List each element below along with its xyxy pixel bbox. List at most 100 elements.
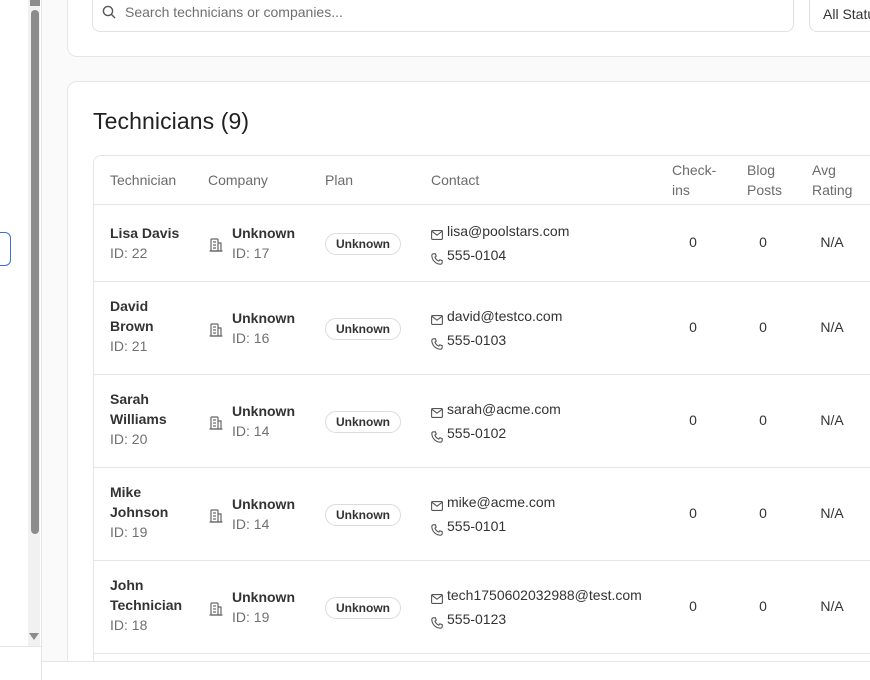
phone-text: 555-0102 <box>447 424 507 441</box>
header-avg-rating[interactable]: Avg Rating <box>812 160 852 200</box>
header-checkins-line1: Check- <box>672 162 717 178</box>
avg-rating-value: N/A <box>820 233 844 250</box>
plan-badge: Unknown <box>325 410 401 433</box>
table-row[interactable]: John Technician ID: 18 Unknown ID: 19 Un… <box>94 561 870 654</box>
technician-name-line1: Sarah <box>110 391 149 407</box>
technician-name[interactable]: Mike Johnson <box>110 482 168 522</box>
footer-bar <box>42 662 870 680</box>
checkins-count: 0 <box>689 233 697 250</box>
checkins-count: 0 <box>689 318 697 335</box>
header-checkins-line2: ins <box>672 182 690 198</box>
blog-posts-count: 0 <box>759 597 767 614</box>
building-icon <box>208 415 224 431</box>
scroll-down-arrow[interactable] <box>29 633 39 640</box>
email-text: mike@acme.com <box>447 493 556 510</box>
mail-icon <box>431 497 443 511</box>
avg-rating-value: N/A <box>820 597 844 614</box>
company-name: Unknown <box>232 402 295 419</box>
blog-posts-count: 0 <box>759 233 767 250</box>
phone-text: 555-0103 <box>447 331 507 348</box>
table-row[interactable]: Mike Johnson ID: 19 Unknown ID: 14 Unkno… <box>94 468 870 561</box>
phone-icon <box>431 613 443 629</box>
header-technician[interactable]: Technician <box>110 170 176 190</box>
technician-name-line2: Johnson <box>110 504 169 520</box>
phone-icon <box>431 334 443 350</box>
header-contact[interactable]: Contact <box>431 170 479 190</box>
phone-icon <box>431 427 443 443</box>
blog-posts-count: 0 <box>759 318 767 335</box>
checkins-count: 0 <box>689 504 697 521</box>
phone-text: 555-0123 <box>447 610 507 627</box>
header-blog-posts[interactable]: Blog Posts <box>747 160 782 200</box>
scroll-up-arrow[interactable] <box>30 0 40 6</box>
technician-name[interactable]: Sarah Williams <box>110 389 167 429</box>
building-icon <box>208 237 224 253</box>
avg-rating-value: N/A <box>820 504 844 521</box>
technicians-table: Technician Company Plan Contact Check- i… <box>93 155 870 680</box>
company-name: Unknown <box>232 309 295 326</box>
table-row[interactable]: Lisa Davis ID: 22 Unknown ID: 17 Unknown… <box>94 205 870 282</box>
building-icon <box>208 601 224 617</box>
technician-id: ID: 18 <box>110 617 148 633</box>
search-input[interactable] <box>125 4 725 20</box>
technician-name-line1: John <box>110 577 144 593</box>
technician-name-line1: David <box>110 298 149 314</box>
sidebar <box>0 0 42 680</box>
technician-name[interactable]: David Brown <box>110 296 154 336</box>
header-rating-line2: Rating <box>812 182 853 198</box>
technician-name[interactable]: John Technician <box>110 575 182 615</box>
checkins-count: 0 <box>689 597 697 614</box>
phone-text: 555-0101 <box>447 517 507 534</box>
building-icon <box>208 508 224 524</box>
mail-icon <box>431 226 443 240</box>
table-header: Technician Company Plan Contact Check- i… <box>94 156 870 205</box>
header-rating-line1: Avg <box>812 162 836 178</box>
avg-rating-value: N/A <box>820 318 844 335</box>
footer-divider <box>42 661 870 662</box>
company-name: Unknown <box>232 224 295 241</box>
mail-icon <box>431 311 443 325</box>
plan-badge: Unknown <box>325 503 401 526</box>
technician-name-line1: Lisa Davis <box>110 225 180 241</box>
status-filter-value: All Status <box>823 6 870 22</box>
plan-badge: Unknown <box>325 317 401 340</box>
plan-badge: Unknown <box>325 596 401 619</box>
phone-icon <box>431 520 443 536</box>
blog-posts-count: 0 <box>759 411 767 428</box>
header-checkins[interactable]: Check- ins <box>672 160 716 200</box>
blog-posts-count: 0 <box>759 504 767 521</box>
company-id: ID: 17 <box>232 244 270 261</box>
building-icon <box>208 322 224 338</box>
technician-name-line2: Technician <box>110 597 183 613</box>
phone-text: 555-0104 <box>447 246 507 263</box>
table-row[interactable]: David Brown ID: 21 Unknown ID: 16 Unknow… <box>94 282 870 375</box>
search-box[interactable] <box>92 0 794 32</box>
header-blog-line2: Posts <box>747 182 783 198</box>
company-id: ID: 19 <box>232 608 270 625</box>
technician-name-line2: Brown <box>110 318 154 334</box>
sidebar-active-item[interactable] <box>0 232 11 266</box>
sidebar-scrollbar-thumb[interactable] <box>31 10 39 534</box>
technician-name[interactable]: Lisa Davis <box>110 223 179 243</box>
email-text: tech1750602032988@test.com <box>447 586 642 603</box>
sidebar-divider <box>0 646 42 647</box>
header-company[interactable]: Company <box>208 170 268 190</box>
company-id: ID: 16 <box>232 329 270 346</box>
technician-id: ID: 22 <box>110 245 148 261</box>
email-text: lisa@poolstars.com <box>447 222 570 239</box>
technician-id: ID: 21 <box>110 338 148 354</box>
email-text: david@testco.com <box>447 307 563 324</box>
phone-icon <box>431 249 443 265</box>
checkins-count: 0 <box>689 411 697 428</box>
avg-rating-value: N/A <box>820 411 844 428</box>
company-id: ID: 14 <box>232 515 270 532</box>
table-row[interactable]: Sarah Williams ID: 20 Unknown ID: 14 Unk… <box>94 375 870 468</box>
technician-name-line2: Williams <box>110 411 167 427</box>
status-filter-select[interactable]: All Status <box>809 0 870 32</box>
company-name: Unknown <box>232 495 295 512</box>
technicians-card: Technicians (9) Technician Company Plan … <box>67 81 870 680</box>
mail-icon <box>431 404 443 418</box>
company-name: Unknown <box>232 588 295 605</box>
search-icon <box>102 5 116 19</box>
header-plan[interactable]: Plan <box>325 170 353 190</box>
